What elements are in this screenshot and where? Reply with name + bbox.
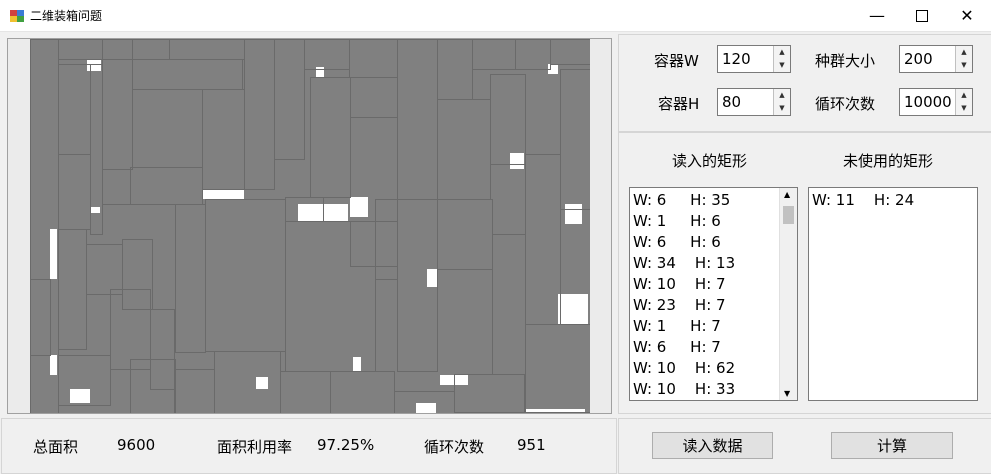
utilization-value: 97.25%	[317, 436, 375, 454]
stats-iterations-value: 951	[517, 436, 546, 454]
list-item[interactable]: W: 10 H: 7	[633, 275, 726, 293]
total-area-label: 总面积	[33, 438, 79, 456]
spin-up-icon[interactable]: ▲	[773, 89, 790, 102]
iterations-input[interactable]: 10000 ▲ ▼	[899, 88, 973, 116]
compute-button[interactable]: 计算	[831, 432, 953, 459]
empty-gap	[256, 377, 268, 389]
container-w-input[interactable]: 120 ▲ ▼	[717, 45, 791, 73]
minimize-icon: —	[869, 6, 885, 25]
population-input[interactable]: 200 ▲ ▼	[899, 45, 973, 73]
empty-gap	[50, 355, 57, 375]
maximize-button[interactable]	[899, 0, 945, 31]
title-bar: 二维装箱问题 — ✕	[0, 0, 991, 32]
empty-gap	[70, 389, 90, 403]
loaded-list-title: 读入的矩形	[672, 152, 748, 170]
empty-gap	[90, 207, 100, 213]
list-item[interactable]: W: 23 H: 7	[633, 296, 726, 314]
spin-down-icon[interactable]: ▼	[955, 102, 972, 115]
empty-gap	[202, 189, 244, 199]
close-button[interactable]: ✕	[944, 0, 990, 31]
container-h-label: 容器H	[658, 95, 700, 113]
spin-up-icon[interactable]: ▲	[955, 46, 972, 59]
empty-gap	[558, 294, 588, 324]
utilization-label: 面积利用率	[217, 438, 293, 456]
unused-rect-list[interactable]: W: 11 H: 24	[808, 187, 978, 401]
list-item[interactable]: W: 11 H: 24	[812, 191, 914, 209]
scroll-down-icon[interactable]: ▼	[784, 389, 790, 398]
spin-up-icon[interactable]: ▲	[955, 89, 972, 102]
read-data-button[interactable]: 读入数据	[652, 432, 773, 459]
iterations-label: 循环次数	[815, 95, 876, 113]
list-item[interactable]: W: 6 H: 7	[633, 338, 721, 356]
list-item[interactable]: W: 1 H: 6	[633, 212, 721, 230]
packing-canvas	[30, 39, 590, 413]
list-item[interactable]: W: 10 H: 62	[633, 359, 735, 377]
list-item[interactable]: W: 10 H: 33	[633, 380, 735, 398]
container-w-value: 120	[722, 50, 751, 68]
scroll-up-icon[interactable]: ▲	[784, 190, 790, 199]
close-icon: ✕	[960, 6, 974, 25]
loaded-rect-list[interactable]: W: 6 H: 35 W: 1 H: 6 W: 6 H: 6 W: 34 H: 13 W…	[629, 187, 798, 401]
spin-down-icon[interactable]: ▼	[955, 59, 972, 72]
spin-up-icon[interactable]: ▲	[773, 46, 790, 59]
stats-iterations-label: 循环次数	[424, 438, 485, 456]
empty-gap	[510, 153, 524, 169]
empty-gap	[350, 197, 368, 217]
list-item[interactable]: W: 6 H: 6	[633, 233, 721, 251]
population-label: 种群大小	[815, 52, 876, 70]
container-w-label: 容器W	[654, 52, 699, 70]
list-item[interactable]: W: 6 H: 35	[633, 191, 730, 209]
iterations-value: 10000	[904, 93, 952, 111]
container-h-value: 80	[722, 93, 742, 111]
total-area-value: 9600	[117, 436, 156, 454]
scroll-thumb[interactable]	[783, 206, 794, 224]
population-value: 200	[904, 50, 933, 68]
unused-list-title: 未使用的矩形	[843, 152, 934, 170]
list-scrollbar[interactable]: ▲ ▼	[779, 188, 797, 400]
empty-gap	[416, 403, 436, 413]
maximize-icon	[916, 9, 928, 22]
spin-down-icon[interactable]: ▼	[773, 59, 790, 72]
list-item[interactable]: W: 34 H: 13	[633, 254, 735, 272]
empty-gap	[565, 204, 582, 224]
empty-gap	[353, 357, 361, 371]
app-icon	[10, 10, 24, 22]
spin-down-icon[interactable]: ▼	[773, 102, 790, 115]
window-title: 二维装箱问题	[30, 9, 103, 23]
empty-gap	[50, 229, 57, 279]
container-h-input[interactable]: 80 ▲ ▼	[717, 88, 791, 116]
empty-gap	[427, 269, 437, 287]
list-item[interactable]: W: 1 H: 7	[633, 317, 721, 335]
empty-gap	[316, 67, 324, 77]
minimize-button[interactable]: —	[854, 0, 900, 31]
packing-canvas-panel	[7, 38, 612, 414]
